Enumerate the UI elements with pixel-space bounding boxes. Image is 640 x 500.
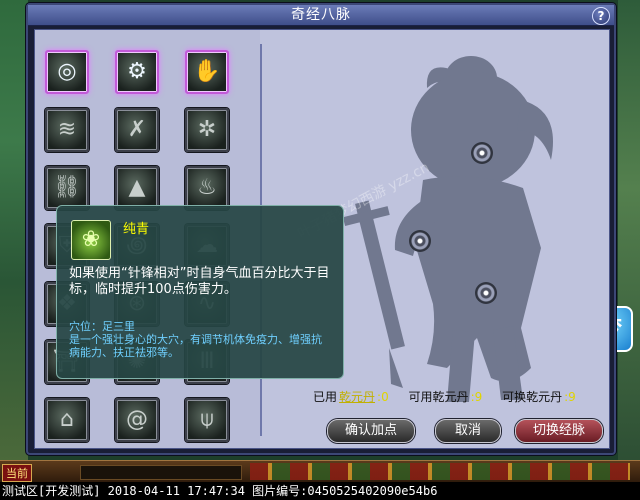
palm-icon[interactable]: ✋ bbox=[185, 50, 229, 94]
skill-glyph: ⚙ bbox=[127, 59, 147, 84]
skill-glyph: ▲ bbox=[128, 175, 146, 200]
available-value: :9 bbox=[470, 390, 483, 404]
used-label: 已用 bbox=[313, 390, 338, 404]
tooltip-acupoint: 穴位：足三里 是一个强壮身心的大穴，有调节机体免疫力、增强抗病能力、扶正祛邪等。 bbox=[69, 320, 331, 359]
claw-slash-icon[interactable]: ≋ bbox=[45, 108, 89, 152]
window-titlebar[interactable]: 奇经八脉 ? bbox=[28, 5, 614, 26]
cancel-button[interactable]: 取消 bbox=[435, 419, 501, 443]
mountain-icon[interactable]: ▲ bbox=[115, 166, 159, 210]
spirit-orbs-icon[interactable]: ✲ bbox=[185, 108, 229, 152]
skill-tooltip: ❀ 纯青 如果使用“针锋相对”时自身气血百分比大于目标，临时提升100点伤害力。… bbox=[56, 205, 344, 379]
swirl-icon[interactable]: @ bbox=[115, 398, 159, 442]
used-qianyuan-link[interactable]: 乾元丹 bbox=[339, 390, 375, 404]
skill-glyph: ⌂ bbox=[60, 407, 74, 432]
trident-icon[interactable]: ⍦ bbox=[185, 398, 229, 442]
acupoint-lower[interactable] bbox=[475, 282, 497, 304]
exchangeable-value: :9 bbox=[564, 390, 576, 404]
broken-chain-icon[interactable]: ⛓ bbox=[45, 166, 89, 210]
status-bar: 测试区[开发测试] 2018-04-11 17:47:34 图片编号:04505… bbox=[0, 482, 640, 500]
skill-glyph: @ bbox=[126, 407, 148, 432]
skill-glyph: ✗ bbox=[127, 117, 147, 142]
skill-glyph: ⍦ bbox=[200, 407, 214, 432]
quickbar-items[interactable] bbox=[250, 463, 630, 480]
eye-sigil-icon[interactable]: ◎ bbox=[45, 50, 89, 94]
skill-glyph: ✋ bbox=[193, 59, 221, 84]
acupoint-title: 穴位：足三里 bbox=[69, 320, 135, 333]
exchangeable-label: 可换乾元丹 bbox=[502, 390, 563, 404]
lotus-icon: ❀ bbox=[71, 220, 111, 260]
pagoda-icon[interactable]: ⌂ bbox=[45, 398, 89, 442]
window-title: 奇经八脉 bbox=[291, 7, 351, 23]
game-scene-left bbox=[0, 0, 28, 470]
acupoint-upper[interactable] bbox=[471, 142, 493, 164]
skill-glyph: ≋ bbox=[57, 117, 77, 142]
tooltip-skill-name: 纯青 bbox=[123, 222, 150, 237]
chat-input-strip[interactable] bbox=[80, 465, 242, 480]
switch-meridian-button[interactable]: 切换经脉 bbox=[515, 419, 603, 443]
acupoint-description: 是一个强壮身心的大穴，有调节机体免疫力、增强抗病能力、扶正祛邪等。 bbox=[69, 333, 322, 359]
confirm-button[interactable]: 确认加点 bbox=[327, 419, 415, 443]
skill-glyph: ✲ bbox=[197, 117, 217, 142]
tooltip-description: 如果使用“针锋相对”时自身气血百分比大于目标，临时提升100点伤害力。 bbox=[69, 266, 330, 297]
crossed-swords-icon[interactable]: ✗ bbox=[115, 108, 159, 152]
used-value: :0 bbox=[377, 390, 389, 404]
flame-icon[interactable]: ♨ bbox=[185, 166, 229, 210]
skill-glyph: ♨ bbox=[197, 175, 217, 200]
skill-glyph: ◎ bbox=[57, 59, 77, 84]
acupoint-left[interactable] bbox=[409, 230, 431, 252]
help-icon[interactable]: ? bbox=[592, 7, 610, 25]
bottom-toolbar: 当前 bbox=[0, 460, 640, 483]
skill-glyph: ⛓ bbox=[53, 175, 81, 200]
game-scene-right bbox=[618, 0, 640, 470]
current-channel-tab[interactable]: 当前 bbox=[2, 464, 32, 482]
qianyuan-stats: 已用 乾元丹:0 可用乾元丹:9 可换乾元丹:9 bbox=[313, 388, 609, 406]
seal-ring-icon[interactable]: ⚙ bbox=[115, 50, 159, 94]
available-label: 可用乾元丹 bbox=[408, 390, 469, 404]
